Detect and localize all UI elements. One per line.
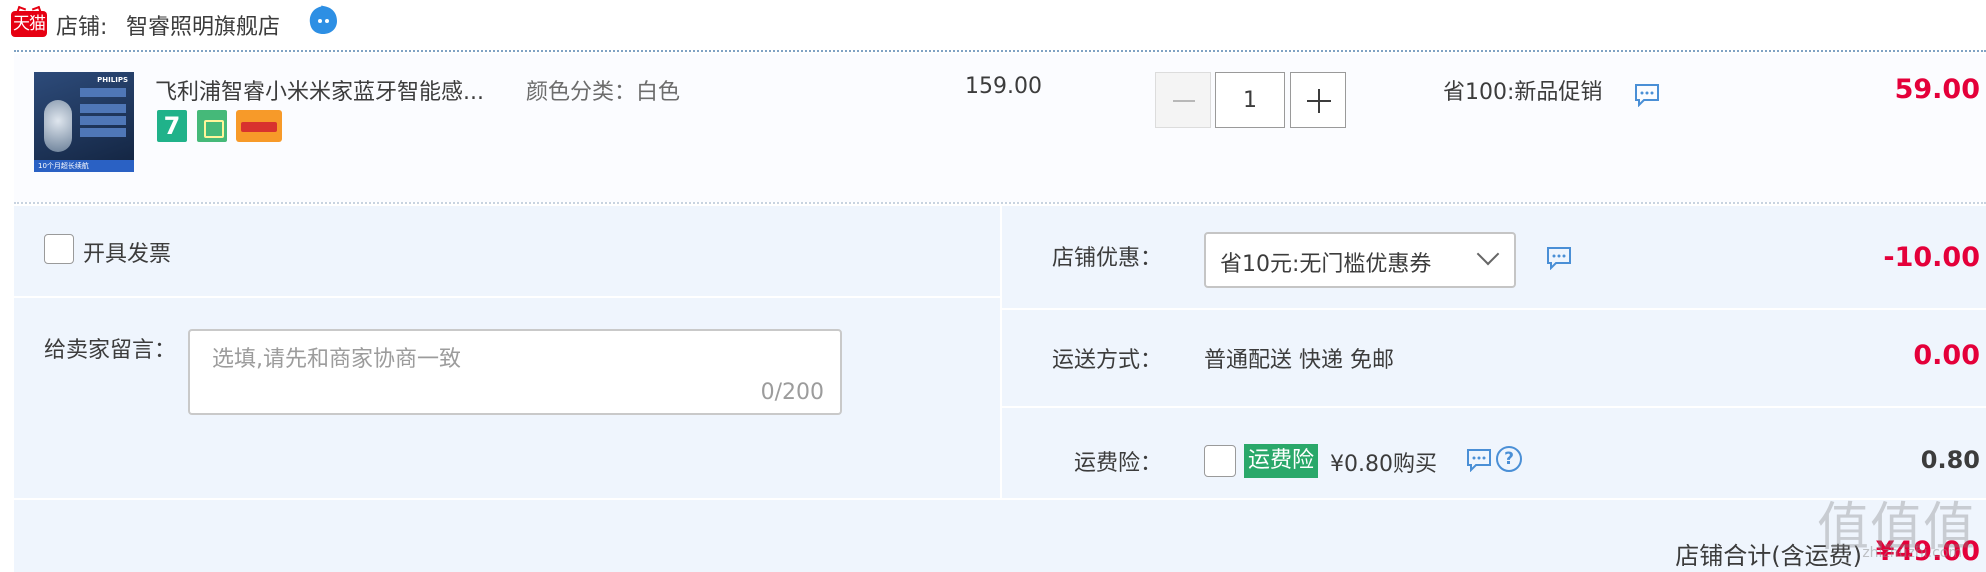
- insurance-chat-icon[interactable]: [1466, 448, 1492, 472]
- seller-message-label: 给卖家留言：: [44, 338, 177, 363]
- quantity-decrease-button[interactable]: [1155, 72, 1211, 128]
- shop-total-bar: 店铺合计(含运费) ¥49.00: [14, 500, 1986, 572]
- divider: [14, 50, 1986, 52]
- thumb-caption: 10个月超长续航: [34, 160, 134, 172]
- shipping-method: 普通配送 快递 免邮: [1204, 348, 1394, 373]
- message-char-counter: 0/200: [760, 380, 824, 405]
- divider: [1002, 406, 1986, 408]
- insurance-amount: 0.80: [1920, 446, 1980, 474]
- shipping-amount: 0.00: [1913, 340, 1980, 371]
- shop-summary-panel: 店铺优惠： 省10元:无门槛优惠券 -10.00 运送方式： 普通配送 快递 免…: [1002, 206, 1986, 498]
- product-image: [44, 100, 72, 152]
- product-attribute: 颜色分类：白色: [526, 80, 681, 105]
- divider: [1002, 308, 1986, 310]
- thumb-decor: [80, 88, 126, 97]
- shop-discount-amount: -10.00: [1883, 242, 1980, 273]
- item-subtotal: 59.00: [1894, 74, 1980, 105]
- service-bag-icon: [197, 110, 227, 142]
- invoice-label[interactable]: 开具发票: [83, 236, 171, 268]
- seller-message-textarea[interactable]: 选填,请先和商家协商一致 0/200: [188, 329, 842, 415]
- insurance-badge: 运费险: [1244, 444, 1319, 478]
- coupon-chat-icon[interactable]: [1546, 246, 1572, 270]
- shop-discount-label: 店铺优惠：: [1051, 246, 1162, 271]
- insurance-price: ¥0.80购买: [1330, 452, 1437, 477]
- message-placeholder: 选填,请先和商家协商一致: [212, 347, 461, 372]
- chevron-down-icon: [1476, 242, 1500, 266]
- thumb-decor: [80, 128, 126, 137]
- product-thumbnail[interactable]: PHILIPS 10个月超长续航: [34, 72, 134, 172]
- coupon-selected-value: 省10元:无门槛优惠券: [1220, 252, 1432, 277]
- coupon-select[interactable]: 省10元:无门槛优惠券: [1204, 232, 1516, 288]
- unit-price: 159.00: [965, 74, 1042, 99]
- shop-label: 店铺:: [56, 15, 108, 40]
- shipping-label: 运送方式：: [1051, 348, 1162, 373]
- quantity-input[interactable]: [1215, 72, 1285, 128]
- promo-chat-icon[interactable]: [1634, 83, 1660, 107]
- credit-card-icon: [236, 110, 282, 142]
- wangwang-chat-icon[interactable]: [306, 4, 340, 36]
- thumb-decor: [80, 116, 126, 125]
- product-title-link[interactable]: 飞利浦智睿小米米家蓝牙智能感...: [155, 74, 484, 106]
- help-icon[interactable]: ?: [1496, 446, 1522, 472]
- shop-name-link[interactable]: 智睿照明旗舰店: [126, 9, 280, 41]
- order-options-panel: 开具发票 给卖家留言： 选填,请先和商家协商一致 0/200: [14, 206, 1000, 498]
- brand-logo: PHILIPS: [97, 76, 128, 84]
- divider: [14, 202, 1986, 204]
- invoice-checkbox[interactable]: [44, 234, 74, 264]
- quantity-increase-button[interactable]: [1290, 72, 1346, 128]
- promotion-text: 省100:新品促销: [1443, 80, 1603, 105]
- seven-day-return-icon: 7: [157, 110, 187, 142]
- insurance-checkbox[interactable]: [1204, 445, 1236, 477]
- thumb-decor: [80, 104, 126, 113]
- insurance-label: 运费险：: [1073, 451, 1162, 476]
- divider: [14, 296, 1000, 298]
- watermark-url: zhizhuzhi.com: [1862, 545, 1962, 561]
- order-item-row: PHILIPS 10个月超长续航 飞利浦智睿小米米家蓝牙智能感... 颜色分类：…: [14, 54, 1986, 202]
- tmall-icon: 天猫: [11, 11, 47, 37]
- shop-header: 天猫 店铺: 智睿照明旗舰店: [0, 0, 1986, 50]
